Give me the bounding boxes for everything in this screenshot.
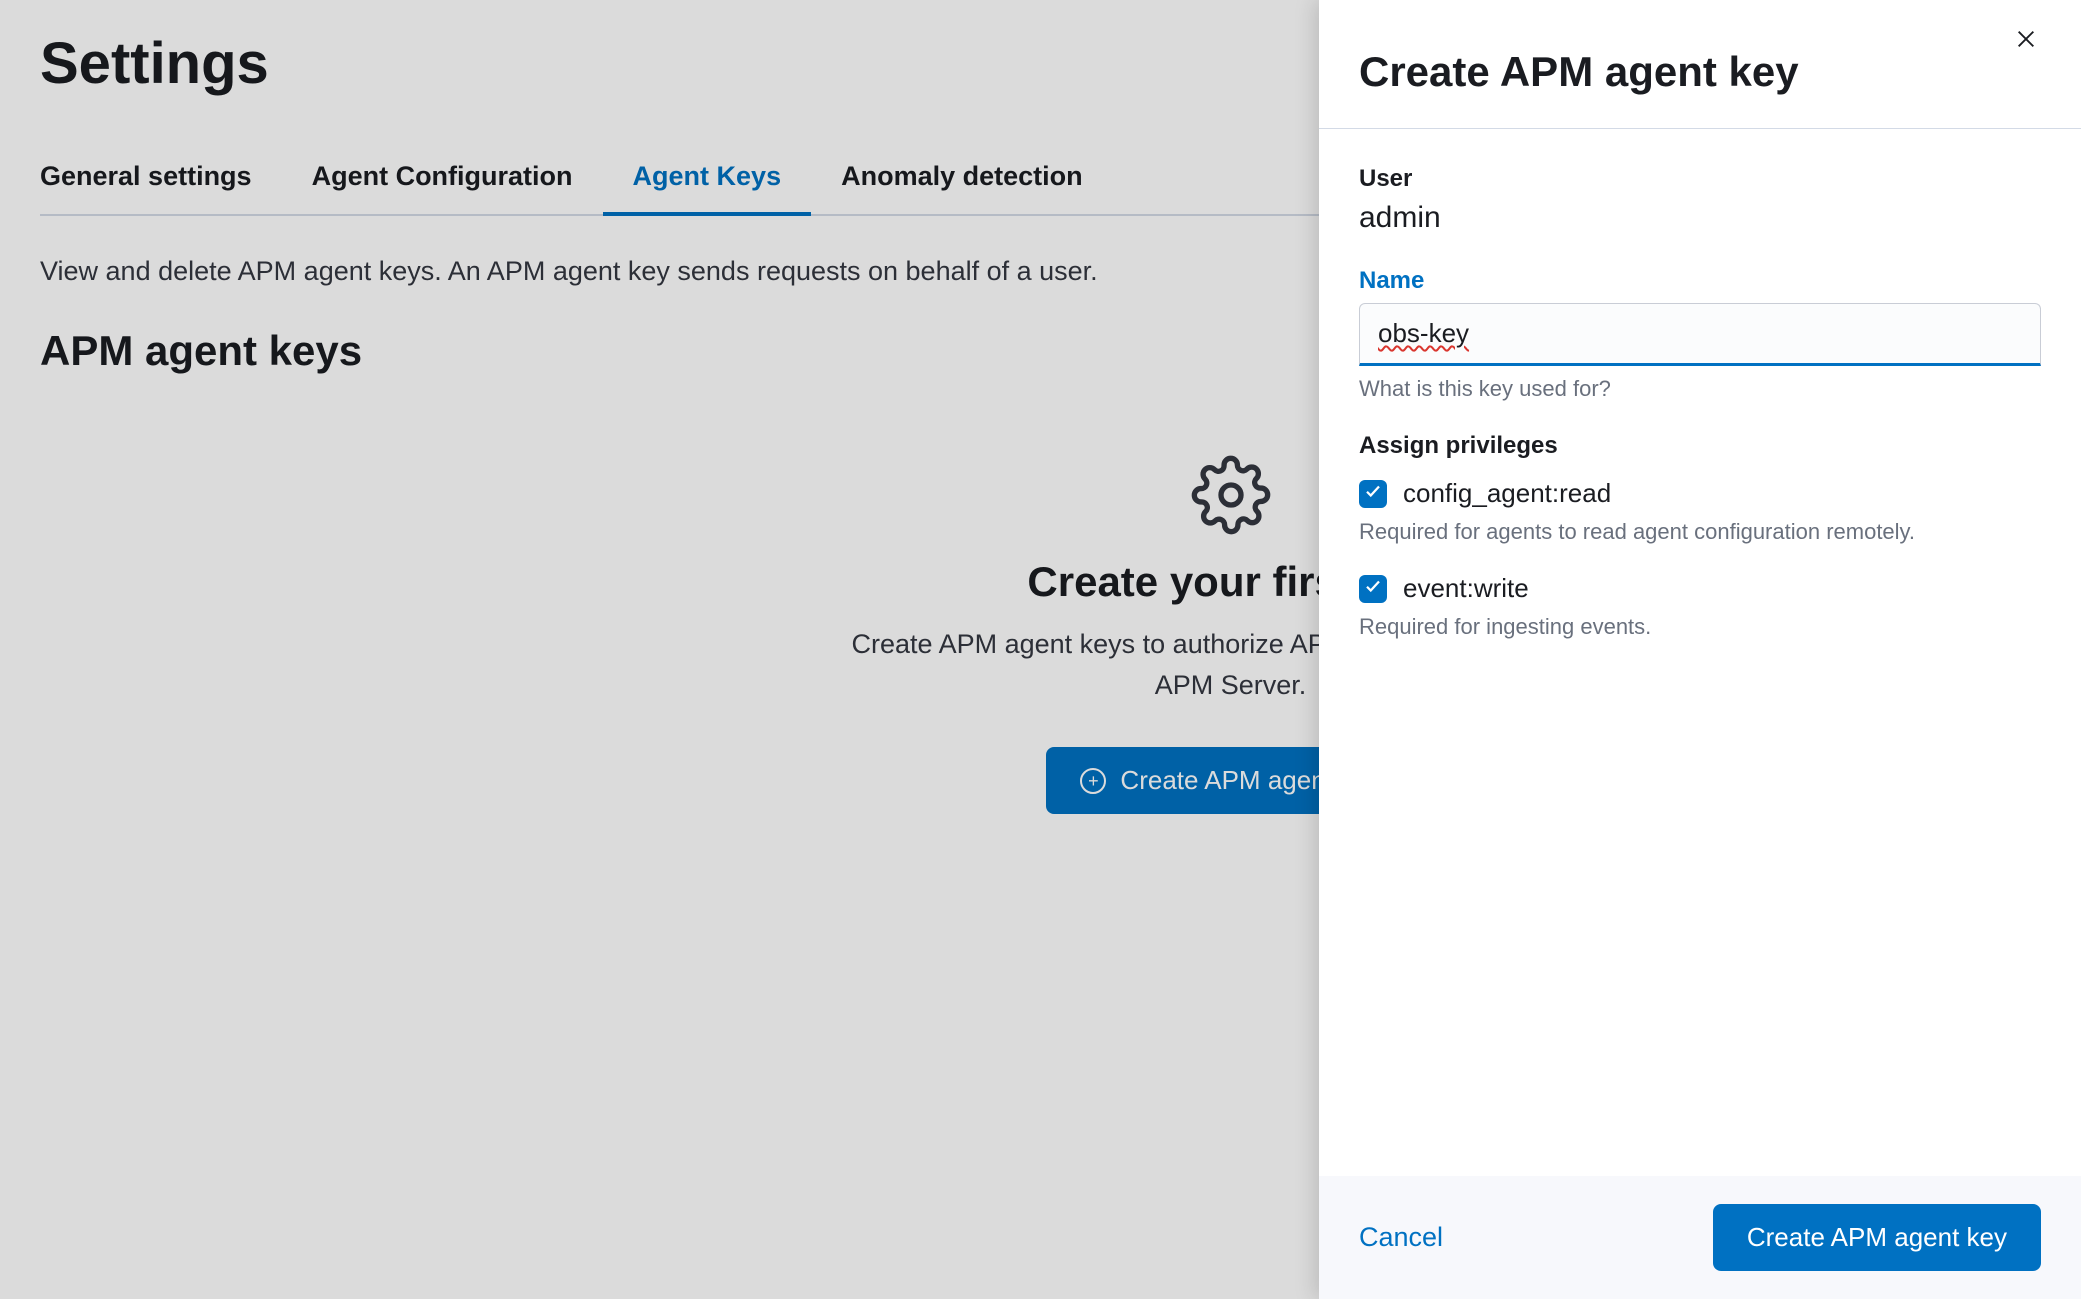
flyout-title: Create APM agent key xyxy=(1359,48,1799,96)
create-key-flyout: Create APM agent key User admin Name obs… xyxy=(1319,0,2081,1299)
cancel-button[interactable]: Cancel xyxy=(1359,1222,1443,1253)
flyout-footer: Cancel Create APM agent key xyxy=(1319,1176,2081,1299)
checkbox-event-write[interactable] xyxy=(1359,575,1387,603)
privilege-event-write: event:write xyxy=(1359,573,2041,604)
check-icon xyxy=(1364,482,1382,505)
close-button[interactable] xyxy=(2011,24,2041,61)
privilege-description: Required for ingesting events. xyxy=(1359,614,2041,640)
privilege-label: event:write xyxy=(1403,573,1529,604)
checkbox-config-agent-read[interactable] xyxy=(1359,480,1387,508)
name-help-text: What is this key used for? xyxy=(1359,376,2041,402)
privileges-heading: Assign privileges xyxy=(1359,432,2041,460)
close-icon xyxy=(2015,29,2037,56)
user-label: User xyxy=(1359,165,2041,193)
user-value: admin xyxy=(1359,201,2041,235)
submit-create-button[interactable]: Create APM agent key xyxy=(1713,1204,2041,1271)
privilege-description: Required for agents to read agent config… xyxy=(1359,519,2041,545)
privilege-label: config_agent:read xyxy=(1403,478,1611,509)
name-label: Name xyxy=(1359,267,2041,295)
flyout-header: Create APM agent key xyxy=(1319,0,2081,129)
flyout-body: User admin Name obs-key What is this key… xyxy=(1319,129,2081,1176)
check-icon xyxy=(1364,577,1382,600)
privilege-config-agent-read: config_agent:read xyxy=(1359,478,2041,509)
name-input[interactable]: obs-key xyxy=(1359,303,2041,366)
